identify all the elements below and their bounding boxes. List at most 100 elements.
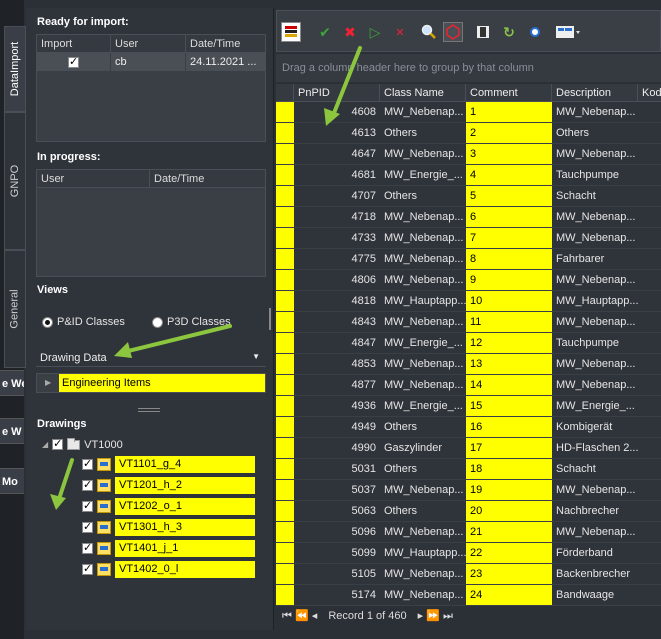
expand-icon[interactable]: ▶ — [45, 378, 51, 387]
cell-kod[interactable] — [638, 585, 661, 605]
cell-kod[interactable] — [638, 270, 661, 290]
radio-p3d-classes[interactable]: P3D Classes — [152, 316, 231, 328]
cell-description[interactable]: MW_Nebenap... — [552, 312, 638, 332]
row-indicator[interactable] — [276, 333, 294, 353]
cell-description[interactable]: Tauchpumpe — [552, 333, 638, 353]
cell-comment[interactable]: 11 — [466, 312, 552, 332]
grid-color-icon[interactable] — [281, 22, 301, 42]
cell-description[interactable]: Fahrbarer — [552, 249, 638, 269]
drawings-root-node[interactable]: ◢ VT1000 — [42, 436, 123, 453]
cell-kod[interactable] — [638, 123, 661, 143]
cell-pnpid[interactable]: 4936 — [294, 396, 380, 416]
tab-gnpo[interactable]: GNPO — [4, 112, 26, 250]
cell-kod[interactable] — [638, 186, 661, 206]
cell-pnpid[interactable]: 4681 — [294, 165, 380, 185]
cell-comment[interactable]: 7 — [466, 228, 552, 248]
cell-kod[interactable] — [638, 564, 661, 584]
cell-description[interactable]: Schacht — [552, 186, 638, 206]
cell-comment[interactable]: 24 — [466, 585, 552, 605]
cell-comment[interactable]: 19 — [466, 480, 552, 500]
row-indicator[interactable] — [276, 417, 294, 437]
drawing-checkbox[interactable] — [82, 499, 93, 512]
zoom-icon[interactable] — [419, 22, 439, 42]
table-row[interactable]: 5099 MW_Hauptapp... 22 Förderband — [276, 543, 661, 564]
cell-class-name[interactable]: MW_Hauptapp... — [380, 291, 466, 311]
row-indicator[interactable] — [276, 375, 294, 395]
radio-p3d-button[interactable] — [152, 316, 163, 328]
cell-class-name[interactable]: MW_Nebenap... — [380, 228, 466, 248]
cell-class-name[interactable]: MW_Nebenap... — [380, 585, 466, 605]
cell-comment[interactable]: 15 — [466, 396, 552, 416]
row-indicator[interactable] — [276, 270, 294, 290]
cell-pnpid[interactable]: 4733 — [294, 228, 380, 248]
table-row[interactable]: 5174 MW_Nebenap... 24 Bandwaage — [276, 585, 661, 606]
cell-class-name[interactable]: Others — [380, 459, 466, 479]
cell-description[interactable]: Nachbrecher — [552, 501, 638, 521]
table-row[interactable]: 4647 MW_Nebenap... 3 MW_Nebenap... — [276, 144, 661, 165]
cell-pnpid[interactable]: 4775 — [294, 249, 380, 269]
vertical-splitter[interactable] — [269, 308, 271, 330]
cell-description[interactable]: Kombigerät — [552, 417, 638, 437]
cell-comment[interactable]: 22 — [466, 543, 552, 563]
cell-kod[interactable] — [638, 291, 661, 311]
horizontal-splitter[interactable] — [138, 408, 160, 412]
table-row[interactable]: 5105 MW_Nebenap... 23 Backenbrecher — [276, 564, 661, 585]
cell-description[interactable]: MW_Hauptapp... — [552, 291, 638, 311]
table-row[interactable]: 4608 MW_Nebenap... 1 MW_Nebenap... — [276, 102, 661, 123]
table-row[interactable]: 4733 MW_Nebenap... 7 MW_Nebenap... — [276, 228, 661, 249]
radio-pid-button[interactable] — [42, 316, 53, 328]
cell-class-name[interactable]: MW_Nebenap... — [380, 375, 466, 395]
cell-pnpid[interactable]: 4806 — [294, 270, 380, 290]
dot-icon[interactable] — [525, 22, 545, 42]
cell-pnpid[interactable]: 5174 — [294, 585, 380, 605]
cell-kod[interactable] — [638, 102, 661, 122]
cell-class-name[interactable]: Others — [380, 123, 466, 143]
select-icon[interactable] — [443, 22, 463, 42]
ready-col-user[interactable]: User — [111, 35, 186, 52]
cell-class-name[interactable]: Others — [380, 417, 466, 437]
cell-description[interactable]: Others — [552, 123, 638, 143]
refresh-icon[interactable]: ↻ — [499, 22, 519, 42]
cell-pnpid[interactable]: 4853 — [294, 354, 380, 374]
cell-description[interactable]: MW_Nebenap... — [552, 228, 638, 248]
cell-class-name[interactable]: MW_Nebenap... — [380, 354, 466, 374]
prev-page-fast-icon[interactable]: ⏪ — [295, 610, 309, 622]
cell-comment[interactable]: 13 — [466, 354, 552, 374]
cell-pnpid[interactable]: 4818 — [294, 291, 380, 311]
cell-pnpid[interactable]: 4990 — [294, 438, 380, 458]
cell-pnpid[interactable]: 5063 — [294, 501, 380, 521]
cell-description[interactable]: MW_Nebenap... — [552, 480, 638, 500]
cell-comment[interactable]: 1 — [466, 102, 552, 122]
cell-description[interactable]: Tauchpumpe — [552, 165, 638, 185]
tab-general[interactable]: General — [4, 250, 26, 368]
cell-kod[interactable] — [638, 438, 661, 458]
table-row[interactable]: 4949 Others 16 Kombigerät — [276, 417, 661, 438]
cell-kod[interactable] — [638, 480, 661, 500]
row-indicator[interactable] — [276, 564, 294, 584]
cell-comment[interactable]: 21 — [466, 522, 552, 542]
drawing-item[interactable]: VT1201_h_2 — [82, 477, 255, 494]
cell-comment[interactable]: 18 — [466, 459, 552, 479]
table-row[interactable]: 4818 MW_Hauptapp... 10 MW_Hauptapp... — [276, 291, 661, 312]
cell-description[interactable]: MW_Nebenap... — [552, 102, 638, 122]
table-row[interactable]: 4681 MW_Energie_... 4 Tauchpumpe — [276, 165, 661, 186]
cell-kod[interactable] — [638, 354, 661, 374]
view-dropdown[interactable]: Drawing Data ▼ — [36, 349, 266, 367]
cell-description[interactable]: MW_Nebenap... — [552, 354, 638, 374]
next-page-fast-icon[interactable]: ⏩ — [426, 610, 440, 622]
cell-class-name[interactable]: MW_Nebenap... — [380, 564, 466, 584]
drawing-checkbox[interactable] — [82, 478, 93, 491]
layout-icon[interactable] — [553, 22, 583, 42]
col-class-name[interactable]: Class Name — [380, 84, 466, 101]
cell-kod[interactable] — [638, 333, 661, 353]
cell-description[interactable]: Schacht — [552, 459, 638, 479]
row-indicator[interactable] — [276, 249, 294, 269]
background-button-1[interactable]: e We — [0, 370, 24, 396]
cell-kod[interactable] — [638, 459, 661, 479]
table-row[interactable]: 5037 MW_Nebenap... 19 MW_Nebenap... — [276, 480, 661, 501]
table-row[interactable]: 4853 MW_Nebenap... 13 MW_Nebenap... — [276, 354, 661, 375]
cell-pnpid[interactable]: 4608 — [294, 102, 380, 122]
cell-class-name[interactable]: MW_Hauptapp... — [380, 543, 466, 563]
cell-comment[interactable]: 10 — [466, 291, 552, 311]
cell-kod[interactable] — [638, 144, 661, 164]
